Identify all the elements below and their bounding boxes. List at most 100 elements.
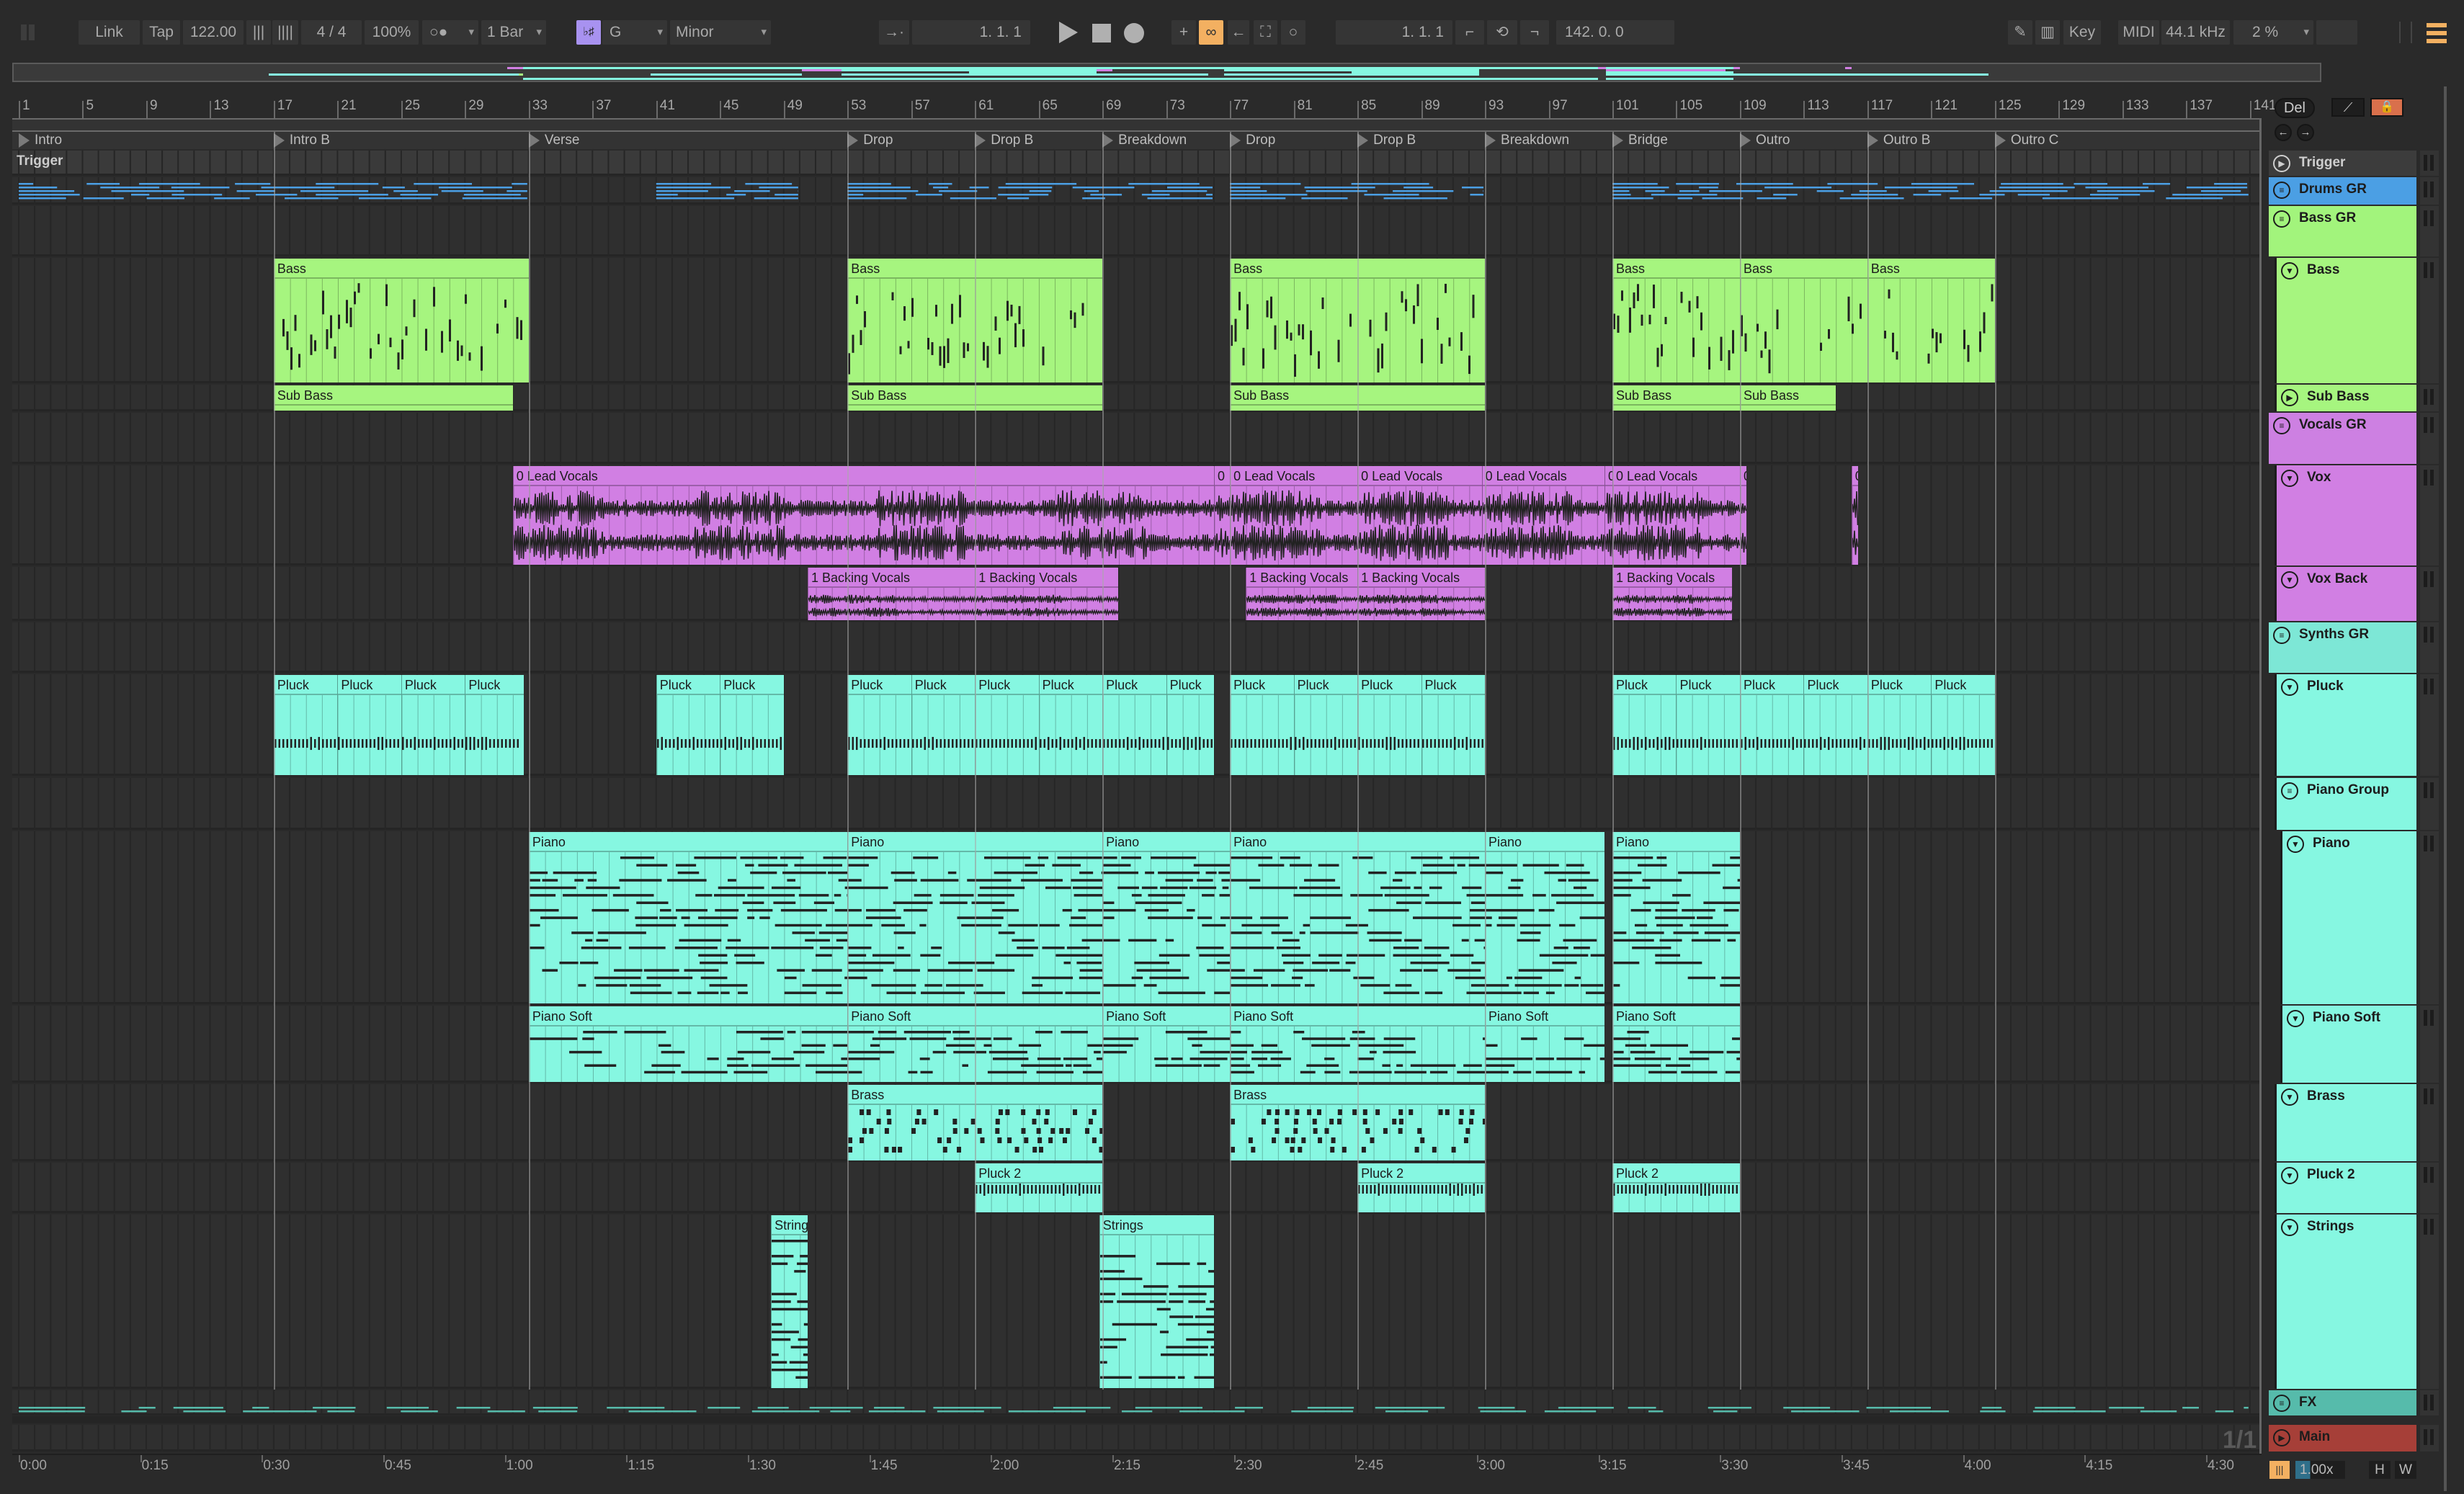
track-fold-icon[interactable]: ▼ xyxy=(2281,571,2298,589)
track-header-piano[interactable]: ▼ Piano xyxy=(2280,831,2416,1004)
clip-piano[interactable]: Piano xyxy=(1485,832,1604,1003)
punch-in-icon[interactable]: ⌐ xyxy=(1455,20,1484,45)
clip-pluck[interactable]: Pluck xyxy=(1357,675,1421,775)
locator-drop[interactable]: Drop xyxy=(847,133,893,148)
clip-sub-bass[interactable]: Sub Bass xyxy=(273,385,513,411)
clip-pluck[interactable]: Pluck xyxy=(1230,675,1294,775)
capture-icon[interactable]: ⛶ xyxy=(1254,20,1277,45)
track-group-icon[interactable]: ≡ xyxy=(2273,182,2290,199)
track-resize-handle[interactable] xyxy=(2420,1390,2439,1415)
track-header-strings[interactable]: ▼ Strings xyxy=(2275,1215,2416,1389)
lane-piano-soft[interactable]: Piano Soft Piano Soft Piano Soft Piano Soft… xyxy=(12,1006,2262,1083)
locator-outro-c[interactable]: Outro C xyxy=(1994,133,2058,148)
track-header-vox-back[interactable]: ▼ Vox Back xyxy=(2275,567,2416,621)
track-resize-handle[interactable] xyxy=(2420,1215,2439,1389)
track-play-icon[interactable]: ▶ xyxy=(2273,155,2290,172)
clip-pluck[interactable]: Pluck xyxy=(1676,675,1740,775)
groove-amount-field[interactable]: 100% xyxy=(365,20,419,45)
clip-strings[interactable]: Strings xyxy=(1099,1215,1214,1388)
time-ruler[interactable]: 0:00 0:15 0:30 0:45 1:00 1:15 1:30 1:45 2:00 2:15… xyxy=(12,1454,2262,1477)
track-play-icon[interactable]: ▶ xyxy=(2281,389,2298,406)
track-resize-handle[interactable] xyxy=(2420,831,2439,1004)
lane-trigger[interactable]: Trigger xyxy=(12,151,2262,176)
key-map-button[interactable]: Key xyxy=(2063,20,2101,45)
locator-bridge[interactable]: Bridge xyxy=(1612,133,1668,148)
track-resize-handle[interactable] xyxy=(2420,622,2439,673)
locator-breakdown[interactable]: Breakdown xyxy=(1102,133,1187,148)
zoom-factor-field[interactable]: 1.00x xyxy=(2295,1461,2345,1479)
tempo-field[interactable]: 122.00 xyxy=(183,20,244,45)
track-header-bass[interactable]: ▼ Bass xyxy=(2275,258,2416,383)
session-record-icon[interactable]: ○ xyxy=(1281,20,1305,45)
clip-bass[interactable]: Bass xyxy=(1739,259,1867,383)
lane-synths-gr[interactable] xyxy=(12,622,2262,673)
track-header-sub-bass[interactable]: ▶ Sub Bass xyxy=(2275,385,2416,411)
clip-piano-soft[interactable]: Piano Soft xyxy=(1485,1006,1604,1082)
clip-pluck[interactable]: Pluck xyxy=(1739,675,1804,775)
lane-piano[interactable]: Piano Piano Piano Piano Piano Piano xyxy=(12,831,2262,1004)
clip-pluck[interactable]: Pluck xyxy=(1612,675,1677,775)
punch-out-icon[interactable]: ¬ xyxy=(1520,20,1549,45)
tap-button[interactable]: Tap xyxy=(143,20,180,45)
track-group-icon[interactable]: ≡ xyxy=(2273,627,2290,644)
clip-bass[interactable]: Bass xyxy=(273,259,529,383)
clip-vox-back[interactable]: 1 Backing Vocals xyxy=(807,568,976,620)
clip-bass[interactable]: Bass xyxy=(1867,259,1995,383)
stop-button[interactable] xyxy=(1092,24,1111,43)
clip-pluck[interactable]: Pluck xyxy=(273,675,338,775)
clip-strings[interactable]: Strings xyxy=(771,1215,808,1388)
locator-drop[interactable]: Drop xyxy=(1230,133,1275,148)
fit-width-button[interactable]: W xyxy=(2395,1461,2416,1479)
overdub-button[interactable]: + xyxy=(1171,20,1196,45)
beat-time-ruler[interactable]: 1 5 9 13 17 21 25 29 33 37 41 45 49 53 57 61 65 69 73 77 81 8… xyxy=(12,95,2277,118)
clip-vox[interactable]: 0 Lead Vocals xyxy=(1612,466,1740,565)
clip-pluck-2[interactable]: Pluck 2 xyxy=(1357,1163,1486,1212)
locator-intro[interactable]: Intro xyxy=(19,133,62,148)
clip-pluck[interactable]: Pluck xyxy=(1931,675,1995,775)
play-button[interactable] xyxy=(1059,22,1078,43)
track-resize-handle[interactable] xyxy=(2420,206,2439,256)
track-resize-handle[interactable] xyxy=(2420,1006,2439,1083)
locator-verse[interactable]: Verse xyxy=(528,133,579,148)
clip-pluck[interactable]: Pluck xyxy=(911,675,976,775)
arrangement-position-field[interactable]: 1. 1. 1 xyxy=(912,20,1030,45)
nudge-down-icon[interactable]: ||| xyxy=(246,20,271,45)
track-resize-handle[interactable] xyxy=(2420,1425,2439,1451)
track-fold-icon[interactable]: ▼ xyxy=(2281,470,2298,487)
clip-vox-back[interactable]: 1 Backing Vocals xyxy=(1357,568,1486,620)
clip-vox-back[interactable]: 1 Backing Vocals xyxy=(975,568,1119,620)
track-resize-handle[interactable] xyxy=(2420,674,2439,776)
track-header-fx[interactable]: ≡ FX xyxy=(2269,1390,2416,1415)
track-resize-handle[interactable] xyxy=(2420,413,2439,464)
clip-pluck[interactable]: Pluck xyxy=(1293,675,1358,775)
automation-arm-button[interactable]: ∞ xyxy=(1199,20,1223,45)
lane-sub-bass[interactable]: Sub Bass Sub Bass Sub Bass Sub Bass Sub Bass xyxy=(12,385,2262,411)
clip-pluck-2[interactable]: Pluck 2 xyxy=(975,1163,1103,1212)
clip-piano-soft[interactable]: Piano Soft xyxy=(1612,1006,1740,1082)
track-header-piano-soft[interactable]: ▼ Piano Soft xyxy=(2280,1006,2416,1083)
lane-vox-back[interactable]: 1 Backing Vocals 1 Backing Vocals 1 Backin… xyxy=(12,567,2262,621)
link-envelope-button[interactable]: ⟋ xyxy=(2331,98,2365,117)
lane-bass-gr[interactable] xyxy=(12,206,2262,256)
track-resize-handle[interactable] xyxy=(2420,465,2439,565)
clip-vox-back[interactable]: 1 Backing Vocals xyxy=(1246,568,1358,620)
record-button[interactable] xyxy=(1124,23,1144,43)
track-resize-handle[interactable] xyxy=(2420,1163,2439,1213)
arrangement-overview[interactable] xyxy=(12,63,2321,82)
link-button[interactable]: Link xyxy=(79,20,140,45)
loop-toggle-icon[interactable]: ⟲ xyxy=(1487,20,1517,45)
clip-pluck[interactable]: Pluck xyxy=(401,675,465,775)
lane-strings[interactable]: Strings Strings xyxy=(12,1215,2262,1389)
locator-outro[interactable]: Outro xyxy=(1739,133,1790,148)
clip-sub-bass[interactable]: Sub Bass xyxy=(1612,385,1740,411)
view-toggle-button[interactable] xyxy=(14,20,40,45)
lane-brass[interactable]: Brass Brass xyxy=(12,1084,2262,1161)
track-header-bass-gr[interactable]: ≡ Bass GR xyxy=(2269,206,2416,256)
quantize-dropdown[interactable]: 1 Bar xyxy=(481,20,546,45)
track-header-piano-group[interactable]: ≡ Piano Group xyxy=(2275,778,2416,830)
track-resize-handle[interactable] xyxy=(2420,385,2439,411)
previous-arrow-button[interactable]: ← xyxy=(2275,124,2292,141)
locator-outro-b[interactable]: Outro B xyxy=(1867,133,1930,148)
locator-drop-b[interactable]: Drop B xyxy=(975,133,1033,148)
clip-pluck[interactable]: Pluck xyxy=(720,675,784,775)
